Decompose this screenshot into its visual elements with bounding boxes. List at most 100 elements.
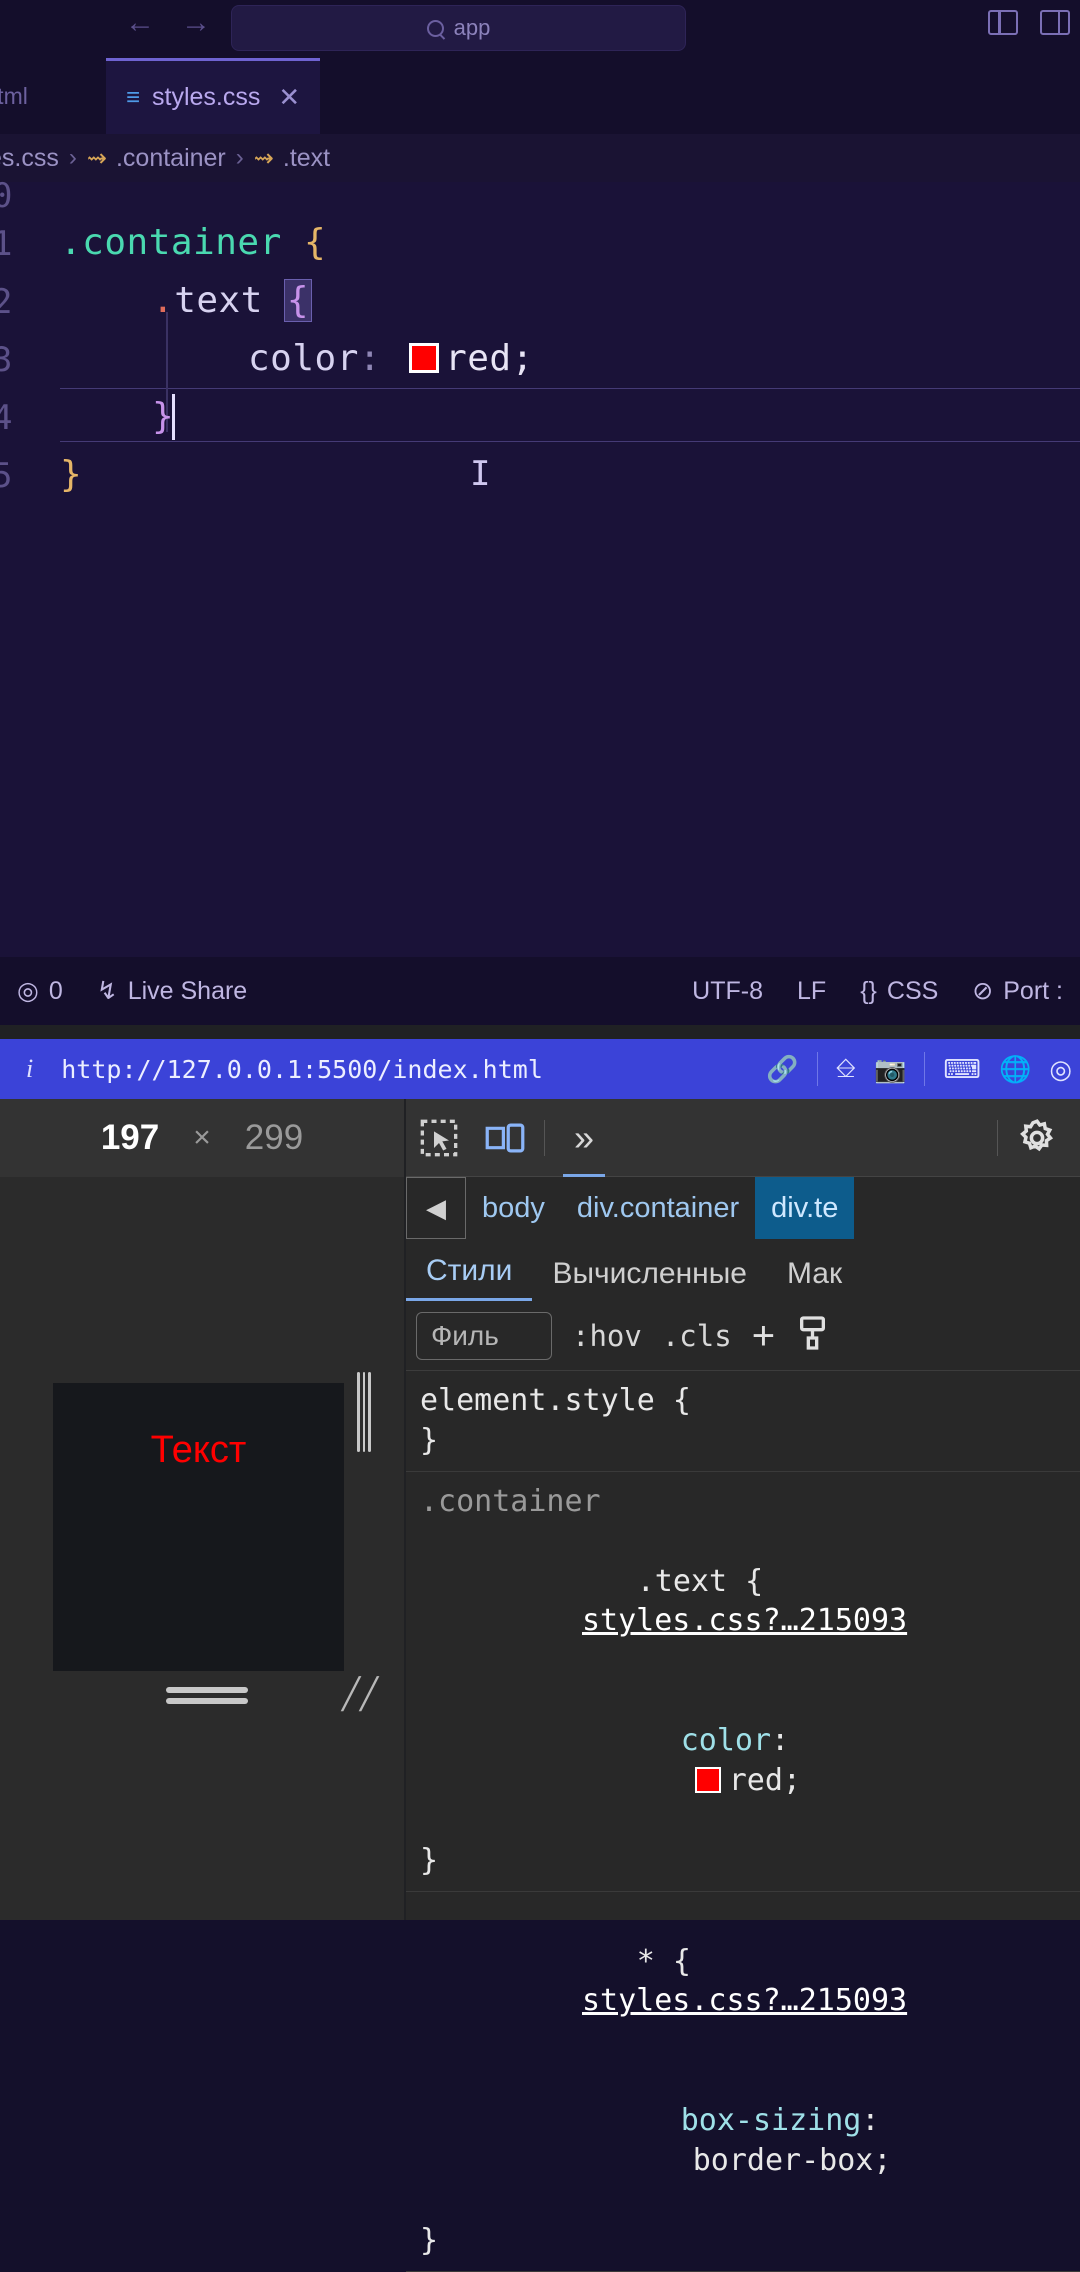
filter-input[interactable]: Филь [416,1311,552,1360]
viewport-resize-handle-horizontal[interactable] [357,1372,372,1452]
breadcrumb-file[interactable]: es.css [0,144,59,173]
close-brace: } [60,454,83,495]
url-bar-actions: 🔗 ⎒ 📷 ⌨ 🌐 ◎ [766,1039,1072,1099]
css-value[interactable]: border-box; [693,2143,892,2178]
tab-styles[interactable]: Стили [406,1254,533,1301]
text-caret [172,394,175,440]
devtools-body: 197 × 299 Текст ╱╱ » ◀ body div.containe… [0,1099,1080,2272]
rule-element-style[interactable]: element.style { } [406,1371,1080,1472]
code-line-5: } [60,454,82,495]
command-center-search[interactable]: app [231,5,686,51]
devtools-sidebar-tabs: Стили Вычисленные Мак [406,1239,1080,1301]
new-style-rule-icon[interactable] [795,1313,835,1358]
arrow-right-icon[interactable]: → [181,8,211,38]
line-number: 4 [0,398,13,438]
css3-icon: ≡ [126,83,141,111]
viewport-resize-handle-vertical[interactable] [166,1687,248,1705]
css-value[interactable]: red; [729,1763,801,1798]
port-label: Port : [1003,976,1063,1005]
tab-index-html[interactable]: .html [0,58,106,134]
css-property[interactable]: color [681,1723,771,1758]
css-property[interactable]: box-sizing [681,2103,862,2138]
viewport-height-input[interactable]: 299 [245,1118,303,1158]
console-icon[interactable]: ⌨ [943,1054,981,1085]
tab-computed[interactable]: Вычисленные [532,1257,767,1301]
gear-icon[interactable] [1004,1099,1070,1177]
rule-close-brace: } [420,1422,439,1458]
toggle-panel-icon[interactable] [988,10,1018,35]
tab-layout[interactable]: Мак [767,1257,862,1301]
viewport-dimensions: 197 × 299 [0,1099,404,1177]
css-selector: .container [60,222,282,263]
class-toggle-button[interactable]: .cls [662,1319,732,1353]
new-style-rule-button[interactable]: + [752,1316,775,1356]
css-selector: text [174,280,263,321]
page-frame[interactable]: Текст [53,1383,344,1671]
download-icon[interactable]: ⎒ [836,1053,857,1085]
live-share-button[interactable]: ↯ Live Share [80,976,264,1006]
vscode-window: ← → app .html ≡ styles.css ✕ es.css › ⇝ … [0,0,1080,1025]
code-editor[interactable]: 0 1 2 3 4 5 .container { .text { color: re… [0,176,1080,957]
breadcrumb-item-text[interactable]: ⇝ .text [254,144,330,173]
color-swatch[interactable] [409,343,440,373]
camera-icon[interactable]: 📷 [874,1054,906,1085]
rule-selector[interactable]: * { styles.css?…215093 [420,1902,1080,2062]
rule-selector[interactable]: element.style { [420,1381,1080,1421]
divider [816,1052,818,1086]
more-tabs-icon[interactable]: » [551,1099,617,1177]
styles-rules-list[interactable]: element.style { } .container .text { sty… [406,1371,1080,2272]
live-share-label: Live Share [127,976,248,1005]
toggle-sidebar-icon[interactable] [1040,10,1070,35]
target-icon[interactable]: ◎ [1049,1054,1072,1085]
open-brace: { [283,279,313,322]
url-text[interactable]: http://127.0.0.1:5500/index.html [61,1055,543,1084]
viewport-resize-handle-corner[interactable]: ╱╱ [342,1677,378,1713]
search-icon [426,19,444,37]
port-button[interactable]: ⊘ Port : [955,976,1080,1006]
tab-label: .html [0,82,28,109]
breadcrumb-item-container[interactable]: ⇝ .container [87,144,226,173]
rule-selector-text: * { [636,1943,691,1979]
globe-icon[interactable]: 🌐 [999,1054,1031,1085]
arrow-left-icon[interactable]: ← [125,8,155,38]
devtools-panel: » ◀ body div.container div.te Стили Вычи… [406,1099,1080,2272]
dom-crumb-div-container[interactable]: div.container [561,1177,755,1239]
declaration-color[interactable]: color: red; [420,1681,1080,1841]
divider [544,1119,545,1156]
code-line-3: color: red; [248,338,534,379]
dom-crumb-body[interactable]: body [466,1177,561,1239]
remote-indicator[interactable]: ◎ 0 [0,976,80,1006]
close-icon[interactable]: ✕ [278,82,300,113]
rule-source-link[interactable]: styles.css?…215093 [582,1981,907,2021]
viewport-width-input[interactable]: 197 [101,1118,159,1158]
open-brace: { [303,222,327,263]
breadcrumb: es.css › ⇝ .container › ⇝ .text [0,134,1080,182]
rule-selector-part2[interactable]: .text { styles.css?…215093 [420,1522,1080,1682]
rule-container-text[interactable]: .container .text { styles.css?…215093 co… [406,1472,1080,1892]
styles-filter-row: Филь :hov .cls + [406,1301,1080,1371]
dom-crumb-div-text[interactable]: div.te [755,1177,855,1239]
tab-styles-css[interactable]: ≡ styles.css ✕ [106,58,320,134]
inspect-element-icon[interactable] [406,1099,472,1177]
breadcrumb-scroll-left-icon[interactable]: ◀ [406,1177,466,1239]
device-toolbar-icon[interactable] [472,1099,538,1177]
link-icon[interactable]: 🔗 [766,1054,798,1085]
css-value: red; [445,338,534,379]
rule-source-link[interactable]: styles.css?…215093 [582,1601,907,1641]
multiply-symbol: × [193,1121,211,1154]
rule-selector-part1[interactable]: .container [420,1482,1080,1522]
language-mode-button[interactable]: {} CSS [843,977,955,1006]
line-number: 2 [0,282,13,322]
color-swatch[interactable] [694,1767,721,1794]
close-brace: } [152,396,175,437]
encoding-button[interactable]: UTF-8 [675,977,780,1006]
eol-button[interactable]: LF [780,977,843,1006]
rule-close-brace: } [420,1842,439,1878]
command-center-value: app [453,15,491,40]
css-selector-icon: ⇝ [253,144,274,172]
editor-tabs: .html ≡ styles.css ✕ [0,58,1080,134]
declaration-box-sizing[interactable]: box-sizing: border-box; [420,2061,1080,2221]
hover-state-button[interactable]: :hov [572,1319,642,1353]
rule-universal[interactable]: * { styles.css?…215093 box-sizing: borde… [406,1892,1080,2272]
info-icon[interactable]: i [26,1054,33,1084]
